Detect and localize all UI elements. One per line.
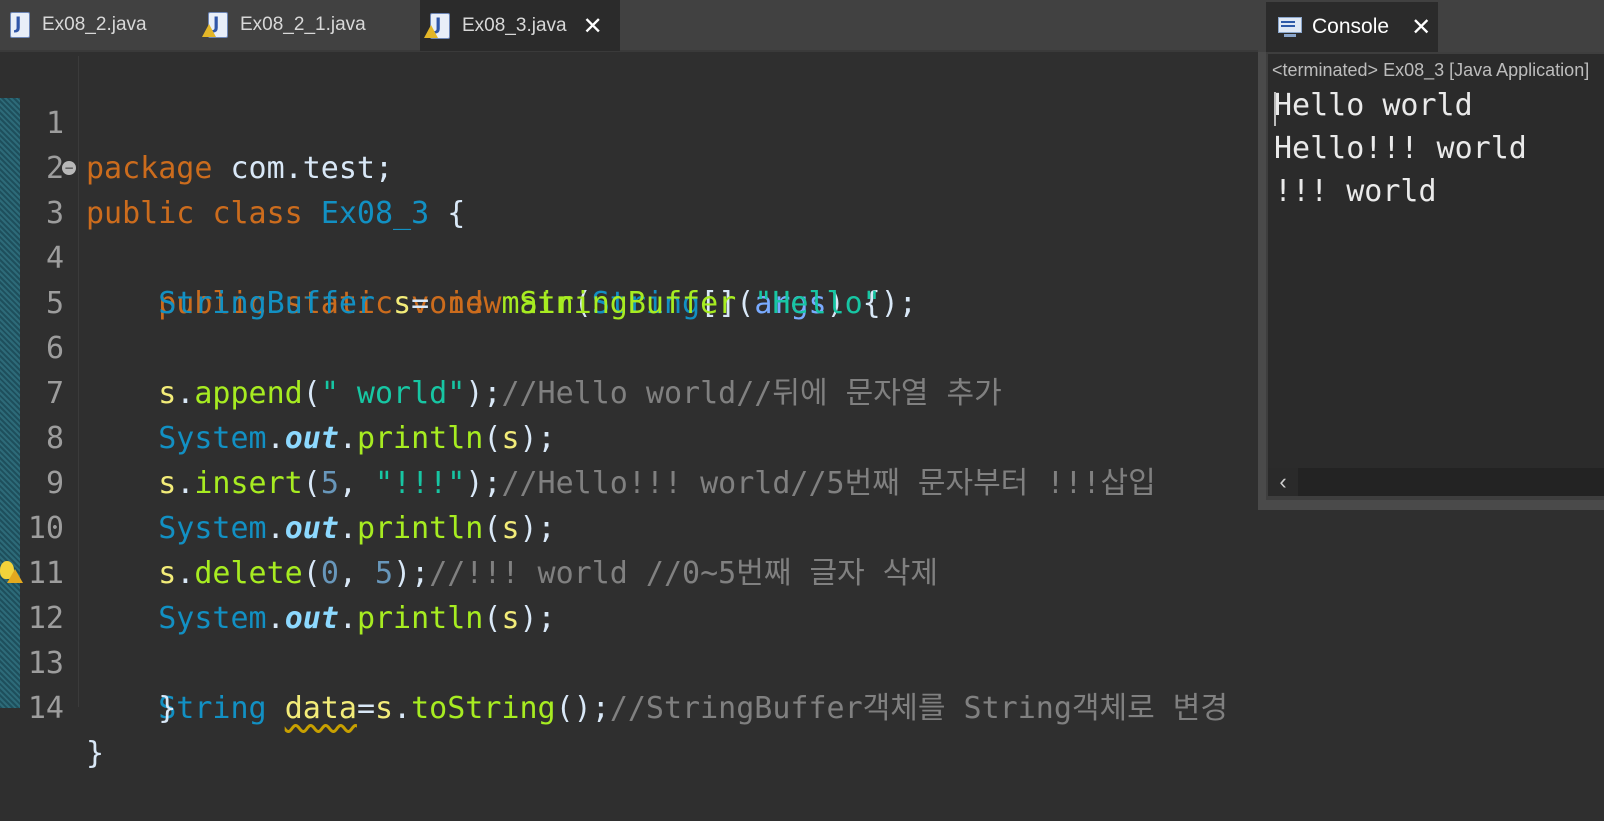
tab-label: Ex08_3.java (462, 14, 567, 36)
code-line: 13 } (0, 596, 1290, 726)
code-line: 3 − public static void main(String[] arg… (0, 146, 1290, 321)
variable-name: s (375, 691, 394, 726)
tab-ex08-3-java[interactable]: J Ex08_3.java ✕ (420, 0, 620, 51)
code-text: } (86, 736, 105, 771)
code-text: (); (555, 691, 610, 726)
code-text: = (356, 691, 375, 726)
editor-tab-bar: J Ex08_2.java J Ex08_2_1.java J Ex08_3.j… (0, 0, 1290, 52)
code-line: 6 s.append(" world");//Hello world//뒤에 문… (0, 281, 1290, 411)
view-border (1258, 500, 1604, 510)
close-icon[interactable]: ✕ (1411, 15, 1431, 39)
unused-variable-warning: data (284, 691, 357, 726)
tab-ex08-2-1-java[interactable]: J Ex08_2_1.java (202, 0, 416, 50)
code-line: 4 StringBuffer s= new StringBuffer("Hell… (0, 191, 1290, 321)
tab-label: Ex08_2_1.java (240, 14, 366, 35)
code-line: 5 (0, 236, 1290, 321)
tab-label: Console (1312, 15, 1390, 38)
code-editor[interactable]: J Ex08_2.java J Ex08_2_1.java J Ex08_3.j… (0, 0, 1290, 771)
console-output[interactable]: <terminated> Ex08_3 [Java Application] H… (1268, 54, 1604, 494)
code-text: } (158, 691, 177, 726)
tab-console[interactable]: Console ✕ (1266, 2, 1438, 52)
fold-collapse-icon[interactable]: − (62, 161, 76, 175)
console-status-text: <terminated> Ex08_3 [Java Application] (1272, 60, 1590, 80)
console-view: Console ✕ <terminated> Ex08_3 [Java Appl… (1258, 0, 1604, 510)
console-output-line: Hello!!! world (1274, 131, 1527, 166)
console-icon (1278, 17, 1302, 37)
comment: //StringBuffer객체를 String객체로 변경 (609, 691, 1228, 726)
warning-quickfix-icon[interactable] (0, 561, 23, 585)
code-line: 12 String data=s.toString();//StringBuff… (0, 551, 1290, 726)
code-line: 1 package com.test; (0, 56, 1290, 186)
view-border (1258, 0, 1266, 510)
code-line: 11 System.out.println(s); (0, 506, 1290, 636)
console-output-line: Hello world (1274, 88, 1473, 123)
close-icon[interactable]: ✕ (583, 14, 603, 38)
console-tab-bar: Console ✕ (1258, 0, 1604, 52)
code-line: 9 System.out.println(s); (0, 416, 1290, 546)
scroll-left-icon[interactable]: ‹ (1268, 468, 1298, 496)
java-file-warning-icon: J (202, 12, 228, 38)
code-line: 10 s.delete(0, 5);//!!! world //0~5번째 글자… (0, 461, 1290, 591)
code-text: . (393, 691, 412, 726)
code-line: 7 System.out.println(s); (0, 326, 1290, 456)
tab-label: Ex08_2.java (42, 14, 147, 35)
line-number: 14 (27, 691, 64, 726)
horizontal-scrollbar[interactable]: ‹ (1268, 468, 1604, 496)
java-file-icon: J (8, 12, 30, 38)
code-line: 2 public class Ex08_3 { (0, 101, 1290, 231)
tab-ex08-2-java[interactable]: J Ex08_2.java (8, 0, 188, 50)
code-line: 8 s.insert(5, "!!!");//Hello!!! world//5… (0, 371, 1290, 501)
code-line: 14 } (0, 641, 1290, 771)
code-area[interactable]: 1 package com.test; 2 public class Ex08_… (0, 56, 1290, 771)
java-file-warning-icon: J (424, 12, 450, 39)
method-name: toString (411, 691, 556, 726)
console-output-line: !!! world (1274, 174, 1437, 209)
